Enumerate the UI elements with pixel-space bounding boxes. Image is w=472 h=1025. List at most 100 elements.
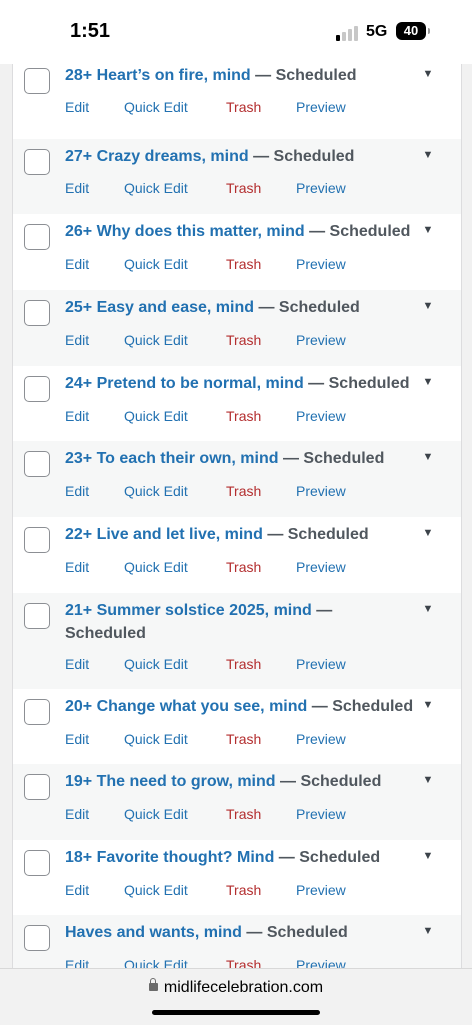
preview-link[interactable]: Preview bbox=[296, 656, 346, 672]
toggle-row-arrow-icon[interactable]: ▼ bbox=[419, 696, 437, 714]
preview-link[interactable]: Preview bbox=[296, 180, 346, 196]
quick-edit-link[interactable]: Quick Edit bbox=[124, 559, 188, 575]
post-title-line: 27+ Crazy dreams, mind — Scheduled bbox=[65, 145, 417, 168]
post-title-link[interactable]: 18+ Favorite thought? Mind bbox=[65, 849, 274, 866]
post-checkbox[interactable] bbox=[24, 527, 50, 553]
quick-edit-link[interactable]: Quick Edit bbox=[124, 99, 188, 115]
post-title-link[interactable]: 22+ Live and let live, mind bbox=[65, 526, 263, 543]
trash-link[interactable]: Trash bbox=[226, 882, 261, 898]
post-title-link[interactable]: 24+ Pretend to be normal, mind bbox=[65, 375, 304, 392]
edit-link[interactable]: Edit bbox=[65, 656, 89, 672]
toggle-row-arrow-icon[interactable]: ▼ bbox=[419, 524, 437, 542]
post-state: — Scheduled bbox=[311, 698, 414, 715]
quick-edit-link[interactable]: Quick Edit bbox=[124, 731, 188, 747]
post-row: 27+ Crazy dreams, mind — Scheduled ▼ Edi… bbox=[13, 139, 461, 214]
url-text: midlifecelebration.com bbox=[163, 979, 324, 996]
toggle-row-arrow-icon[interactable]: ▼ bbox=[419, 847, 437, 865]
edit-link[interactable]: Edit bbox=[65, 99, 89, 115]
toggle-row-arrow-icon[interactable]: ▼ bbox=[419, 373, 437, 391]
edit-link[interactable]: Edit bbox=[65, 408, 89, 424]
edit-link[interactable]: Edit bbox=[65, 483, 89, 499]
post-title-link[interactable]: 21+ Summer solstice 2025, mind bbox=[65, 602, 312, 619]
post-title-link[interactable]: 23+ To each their own, mind bbox=[65, 450, 279, 467]
post-checkbox[interactable] bbox=[24, 451, 50, 477]
post-checkbox[interactable] bbox=[24, 224, 50, 250]
post-row: 24+ Pretend to be normal, mind — Schedul… bbox=[13, 366, 461, 441]
quick-edit-link[interactable]: Quick Edit bbox=[124, 882, 188, 898]
post-checkbox[interactable] bbox=[24, 699, 50, 725]
preview-link[interactable]: Preview bbox=[296, 957, 346, 968]
toggle-row-arrow-icon[interactable]: ▼ bbox=[419, 600, 437, 618]
post-checkbox[interactable] bbox=[24, 603, 50, 629]
post-title-link[interactable]: Haves and wants, mind bbox=[65, 924, 242, 941]
home-indicator[interactable] bbox=[152, 1010, 320, 1015]
toggle-row-arrow-icon[interactable]: ▼ bbox=[419, 221, 437, 239]
url-display[interactable]: midlifecelebration.com bbox=[0, 978, 472, 997]
edit-link[interactable]: Edit bbox=[65, 806, 89, 822]
post-title-link[interactable]: 26+ Why does this matter, mind bbox=[65, 223, 305, 240]
preview-link[interactable]: Preview bbox=[296, 256, 346, 272]
post-state: — Scheduled bbox=[258, 299, 360, 316]
preview-link[interactable]: Preview bbox=[296, 882, 346, 898]
post-state: — Scheduled bbox=[253, 148, 355, 165]
network-type: 5G bbox=[366, 23, 388, 40]
post-checkbox[interactable] bbox=[24, 149, 50, 175]
preview-link[interactable]: Preview bbox=[296, 332, 346, 348]
toggle-row-arrow-icon[interactable]: ▼ bbox=[419, 922, 437, 940]
toggle-row-arrow-icon[interactable]: ▼ bbox=[419, 448, 437, 466]
post-title-line: 20+ Change what you see, mind — Schedule… bbox=[65, 695, 417, 718]
post-title-link[interactable]: 27+ Crazy dreams, mind bbox=[65, 148, 249, 165]
toggle-row-arrow-icon[interactable]: ▼ bbox=[419, 771, 437, 789]
quick-edit-link[interactable]: Quick Edit bbox=[124, 656, 188, 672]
status-bar: 1:51 5G 40 bbox=[0, 0, 472, 64]
post-checkbox[interactable] bbox=[24, 300, 50, 326]
post-checkbox[interactable] bbox=[24, 68, 50, 94]
toggle-row-arrow-icon[interactable]: ▼ bbox=[419, 146, 437, 164]
preview-link[interactable]: Preview bbox=[296, 559, 346, 575]
toggle-row-arrow-icon[interactable]: ▼ bbox=[419, 297, 437, 315]
trash-link[interactable]: Trash bbox=[226, 256, 261, 272]
trash-link[interactable]: Trash bbox=[226, 483, 261, 499]
post-title-link[interactable]: 20+ Change what you see, mind bbox=[65, 698, 307, 715]
edit-link[interactable]: Edit bbox=[65, 256, 89, 272]
preview-link[interactable]: Preview bbox=[296, 483, 346, 499]
post-checkbox[interactable] bbox=[24, 850, 50, 876]
post-title-line: Haves and wants, mind — Scheduled bbox=[65, 921, 417, 944]
post-title-link[interactable]: 19+ The need to grow, mind bbox=[65, 773, 276, 790]
edit-link[interactable]: Edit bbox=[65, 180, 89, 196]
trash-link[interactable]: Trash bbox=[226, 731, 261, 747]
edit-link[interactable]: Edit bbox=[65, 957, 89, 968]
preview-link[interactable]: Preview bbox=[296, 408, 346, 424]
quick-edit-link[interactable]: Quick Edit bbox=[124, 332, 188, 348]
trash-link[interactable]: Trash bbox=[226, 332, 261, 348]
quick-edit-link[interactable]: Quick Edit bbox=[124, 483, 188, 499]
edit-link[interactable]: Edit bbox=[65, 882, 89, 898]
toggle-row-arrow-icon[interactable]: ▼ bbox=[419, 65, 437, 83]
trash-link[interactable]: Trash bbox=[226, 806, 261, 822]
post-checkbox[interactable] bbox=[24, 774, 50, 800]
quick-edit-link[interactable]: Quick Edit bbox=[124, 806, 188, 822]
post-title-link[interactable]: 25+ Easy and ease, mind bbox=[65, 299, 254, 316]
preview-link[interactable]: Preview bbox=[296, 99, 346, 115]
browser-address-bar[interactable]: midlifecelebration.com bbox=[0, 968, 472, 1025]
post-checkbox[interactable] bbox=[24, 925, 50, 951]
trash-link[interactable]: Trash bbox=[226, 559, 261, 575]
post-title-link[interactable]: 28+ Heart’s on fire, mind bbox=[65, 67, 251, 84]
trash-link[interactable]: Trash bbox=[226, 656, 261, 672]
trash-link[interactable]: Trash bbox=[226, 957, 261, 968]
edit-link[interactable]: Edit bbox=[65, 731, 89, 747]
preview-link[interactable]: Preview bbox=[296, 731, 346, 747]
post-checkbox[interactable] bbox=[24, 376, 50, 402]
preview-link[interactable]: Preview bbox=[296, 806, 346, 822]
post-state: — Scheduled bbox=[309, 223, 411, 240]
edit-link[interactable]: Edit bbox=[65, 559, 89, 575]
post-title-line: 22+ Live and let live, mind — Scheduled bbox=[65, 523, 417, 546]
quick-edit-link[interactable]: Quick Edit bbox=[124, 180, 188, 196]
quick-edit-link[interactable]: Quick Edit bbox=[124, 957, 188, 968]
trash-link[interactable]: Trash bbox=[226, 408, 261, 424]
quick-edit-link[interactable]: Quick Edit bbox=[124, 256, 188, 272]
trash-link[interactable]: Trash bbox=[226, 180, 261, 196]
edit-link[interactable]: Edit bbox=[65, 332, 89, 348]
quick-edit-link[interactable]: Quick Edit bbox=[124, 408, 188, 424]
trash-link[interactable]: Trash bbox=[226, 99, 261, 115]
